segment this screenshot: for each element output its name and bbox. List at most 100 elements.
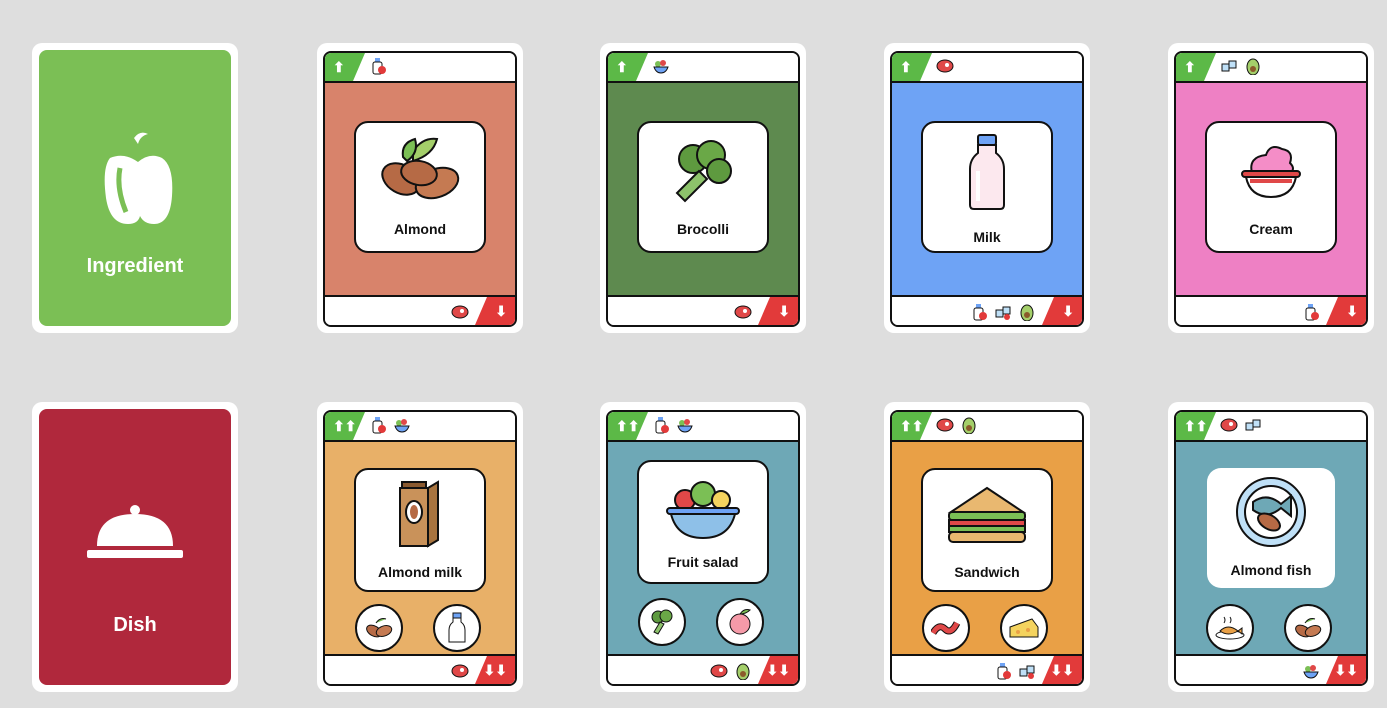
salad-bowl-icon [677,419,693,433]
up-arrow-icon: ⬆ [608,53,648,81]
ingredient-card-milk[interactable]: ⬆ Milk ⬇ [884,43,1090,333]
double-up-arrow-icon: ⬆⬆ [608,412,648,440]
ingredient-slot [1000,604,1048,652]
milk-bottle-icon [655,417,669,434]
milk-bottle-icon [372,417,386,434]
ingredient-slot [638,598,686,646]
card-top-bar: ⬆⬆ [892,412,1082,442]
bell-pepper-icon [104,132,173,224]
category-label: Ingredient [86,255,184,277]
card-bottom-bar: ⬇ [892,295,1082,325]
ingredient-card-brocolli[interactable]: ⬆ Brocolli ⬇ [600,43,806,333]
card-top-bar: ⬆ [608,53,798,83]
dish-card-almond-milk[interactable]: ⬆⬆ Almond milk ⬇⬇ [317,402,523,692]
cheese-icon [1009,618,1039,638]
card-body: Fruit salad [608,442,798,654]
down-arrow-icon: ⬇ [1042,297,1082,325]
card-frame: ⬆⬆ Almond milk ⬇⬇ [323,410,517,686]
card-bottom-bar: ⬇ [1176,295,1366,325]
ingredient-slot [716,598,764,646]
double-down-arrow-icon: ⬇⬇ [1042,656,1082,684]
milk-bottle-icon [997,663,1011,680]
meat-icon [451,664,469,678]
card-body: Almond fish [1176,442,1366,654]
card-title: Brocolli [676,221,730,237]
double-up-arrow-icon: ⬆⬆ [892,412,932,440]
ingredient-name-box: Brocolli [637,121,769,253]
almond-icon [366,618,393,638]
avocado-icon [736,663,750,680]
milk-bottle-icon [372,58,386,75]
ingredient-card-almond[interactable]: ⬆ Almond ⬇ [317,43,523,333]
ice-cubes-icon [1019,665,1035,679]
card-bottom-bar: ⬇⬇ [1176,654,1366,684]
salad-bowl-icon [1303,665,1319,679]
dish-card-sandwich[interactable]: ⬆⬆ Sandwich ⬇⬇ [884,402,1090,692]
down-arrow-icon: ⬇ [1326,297,1366,325]
card-top-bar: ⬆ [325,53,515,83]
meat-icon [734,305,752,319]
card-top-bar: ⬆ [1176,53,1366,83]
up-arrow-icon: ⬆ [1176,53,1216,81]
card-body: Sandwich [892,442,1082,654]
almond-milk-carton-icon [399,480,439,548]
card-frame: ⬆ Cream ⬇ [1174,51,1368,327]
double-up-arrow-icon: ⬆⬆ [325,412,365,440]
card-frame: ⬆ Brocolli ⬇ [606,51,800,327]
card-bottom-bar: ⬇ [608,295,798,325]
dish-name-box: Sandwich [921,468,1053,592]
dish-name-box: Almond milk [354,468,486,592]
avocado-icon [1246,58,1260,75]
almond-icon [381,137,460,200]
broccoli-icon [675,140,732,203]
ingredient-slot [1284,604,1332,652]
dish-card-almond-fish[interactable]: ⬆⬆ Almond fish ⬇⬇ [1168,402,1374,692]
ingredient-category-face: Ingredient [39,50,231,326]
meat-icon [710,664,728,678]
card-title: Almond fish [1230,562,1312,578]
ingredient-name-box: Milk [921,121,1053,253]
meat-icon [936,59,954,73]
broccoli-icon [651,609,673,635]
card-frame: ⬆⬆ Almond fish ⬇⬇ [1174,410,1368,686]
card-title: Milk [973,229,1001,245]
ingredient-slot [1206,604,1254,652]
meat-icon [936,418,954,432]
bacon-icon [931,621,961,635]
ingredient-slot [433,604,481,652]
salad-bowl-icon [394,419,410,433]
card-frame: ⬆⬆ Sandwich ⬇⬇ [890,410,1084,686]
ingredient-category-card[interactable]: Ingredient [32,43,238,333]
double-down-arrow-icon: ⬇⬇ [1326,656,1366,684]
card-top-bar: ⬆⬆ [608,412,798,442]
card-title: Cream [1249,221,1293,237]
card-body: Milk [892,83,1082,295]
dish-category-face: Dish [39,409,231,685]
ingredient-slot [355,604,403,652]
down-arrow-icon: ⬇ [475,297,515,325]
dish-name-box: Almond fish [1207,468,1335,588]
card-top-bar: ⬆⬆ [325,412,515,442]
card-frame: ⬆ Almond ⬇ [323,51,517,327]
ingredient-name-box: Almond [354,121,486,253]
card-bottom-bar: ⬇⬇ [325,654,515,684]
card-body: Cream [1176,83,1366,295]
meat-icon [451,305,469,319]
card-body: Almond [325,83,515,295]
ingredient-name-box: Cream [1205,121,1337,253]
double-down-arrow-icon: ⬇⬇ [475,656,515,684]
cloche-icon [87,505,183,558]
dish-category-card[interactable]: Dish [32,402,238,692]
dish-card-fruit-salad[interactable]: ⬆⬆ Fruit salad ⬇⬇ [600,402,806,692]
up-arrow-icon: ⬆ [892,53,932,81]
sandwich-icon [947,486,1027,543]
ingredient-card-cream[interactable]: ⬆ Cream ⬇ [1168,43,1374,333]
down-arrow-icon: ⬇ [758,297,798,325]
ice-cubes-icon [1221,60,1237,72]
cream-bowl-icon [1241,146,1301,199]
peach-icon [729,609,751,635]
card-top-bar: ⬆⬆ [1176,412,1366,442]
card-bottom-bar: ⬇⬇ [608,654,798,684]
card-top-bar: ⬆ [892,53,1082,83]
card-bottom-bar: ⬇⬇ [892,654,1082,684]
